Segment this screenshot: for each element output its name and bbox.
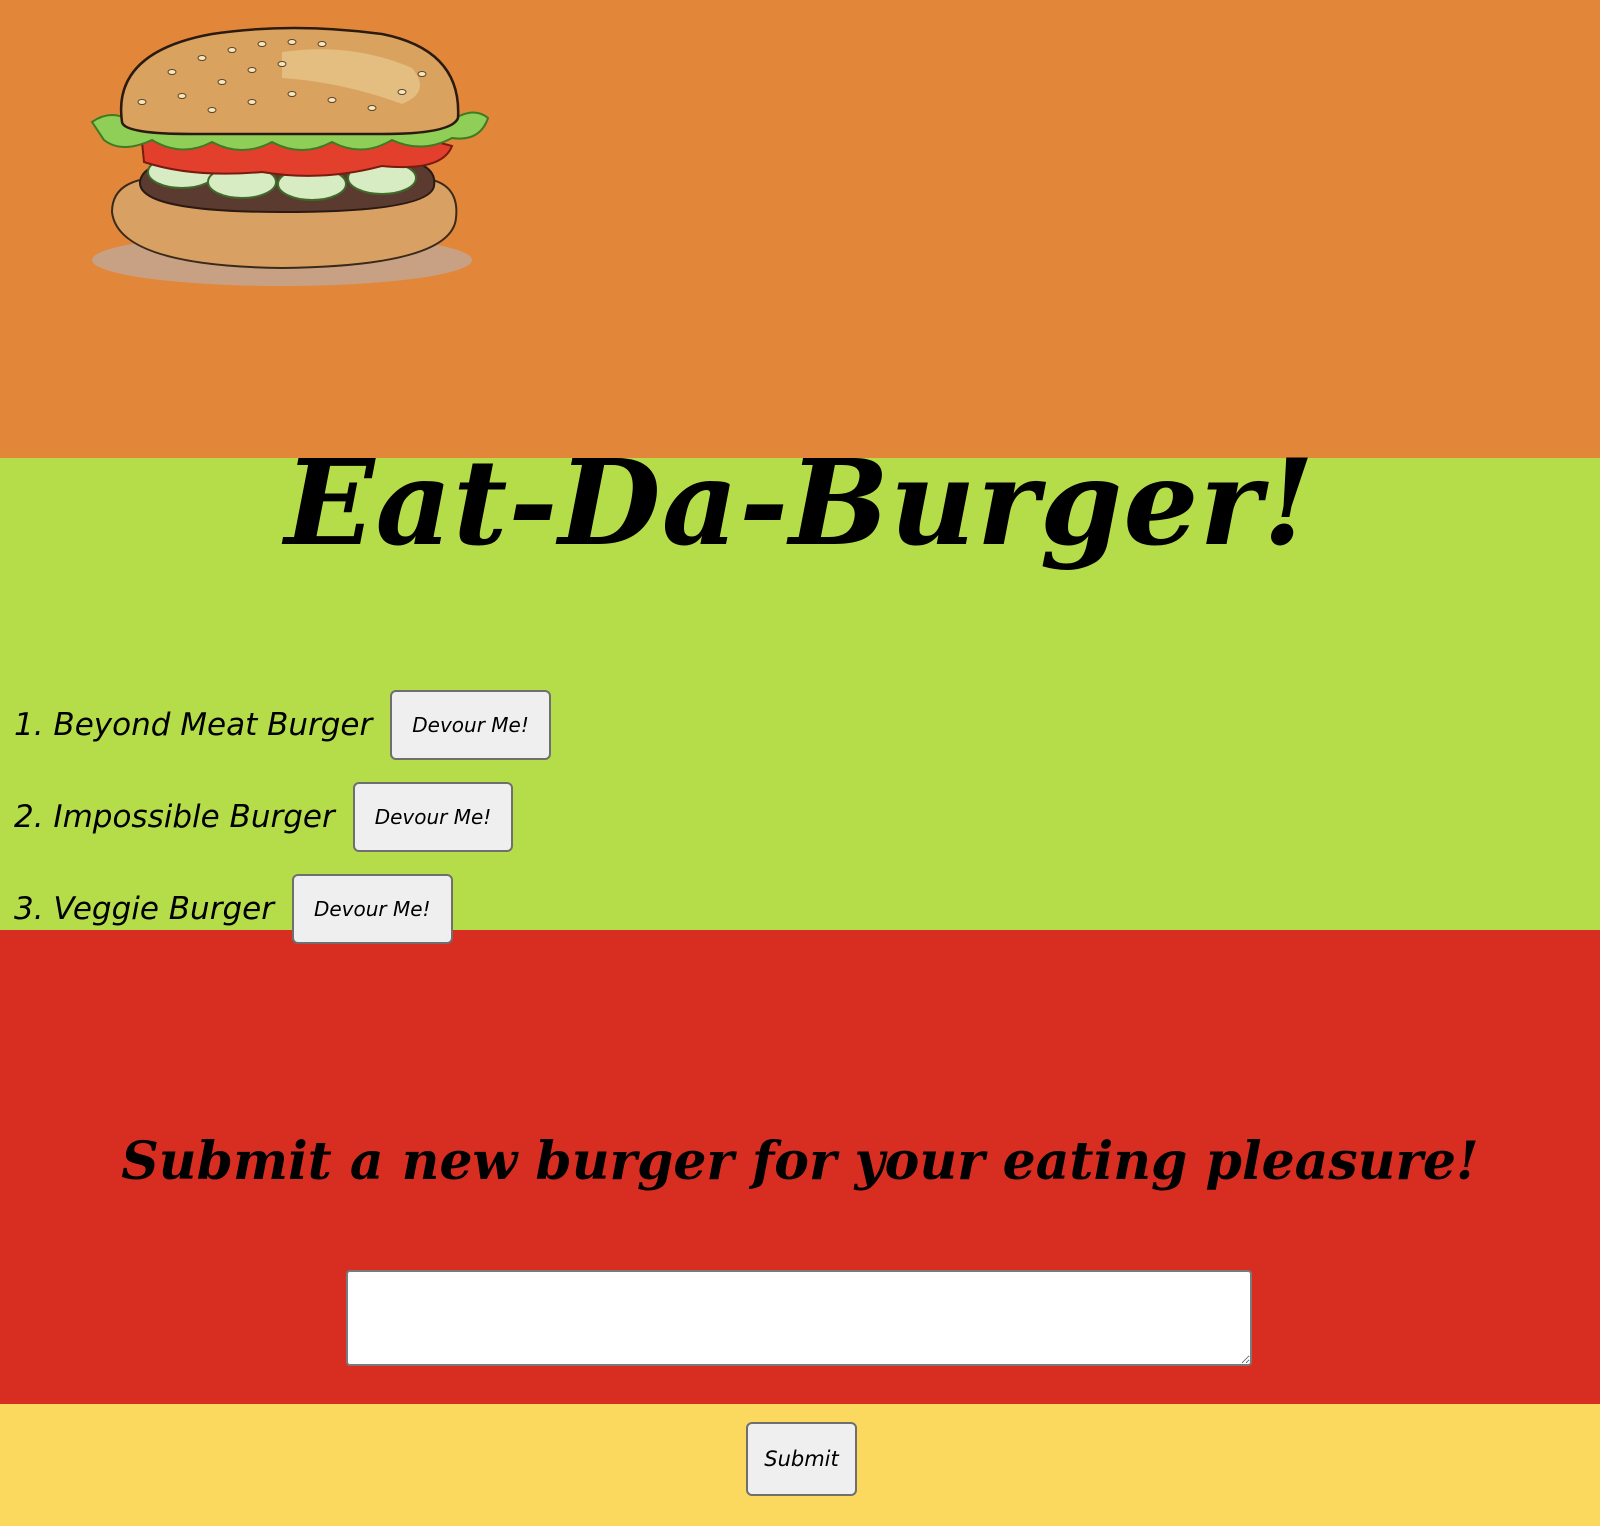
burger-name: 3. Veggie Burger	[14, 891, 274, 927]
page: Eat-Da-Burger! 1. Beyond Meat Burger Dev…	[0, 0, 1600, 1526]
burger-name: 1. Beyond Meat Burger	[14, 707, 373, 743]
page-title: Eat-Da-Burger!	[284, 433, 1316, 572]
list-item: 1. Beyond Meat Burger Devour Me!	[14, 690, 551, 760]
burger-illustration-icon	[90, 26, 490, 286]
burger-name-textarea[interactable]	[346, 1270, 1252, 1366]
devour-button[interactable]: Devour Me!	[390, 690, 551, 760]
submit-button[interactable]: Submit	[746, 1422, 857, 1496]
form-heading: Submit a new burger for your eating plea…	[121, 1131, 1479, 1192]
devour-button[interactable]: Devour Me!	[352, 782, 514, 852]
burger-list: 1. Beyond Meat Burger Devour Me! 2. Impo…	[14, 690, 551, 966]
devour-button[interactable]: Devour Me!	[291, 874, 453, 944]
list-item: 3. Veggie Burger Devour Me!	[14, 874, 551, 944]
burger-name: 2. Impossible Burger	[14, 799, 335, 835]
list-item: 2. Impossible Burger Devour Me!	[14, 782, 551, 852]
